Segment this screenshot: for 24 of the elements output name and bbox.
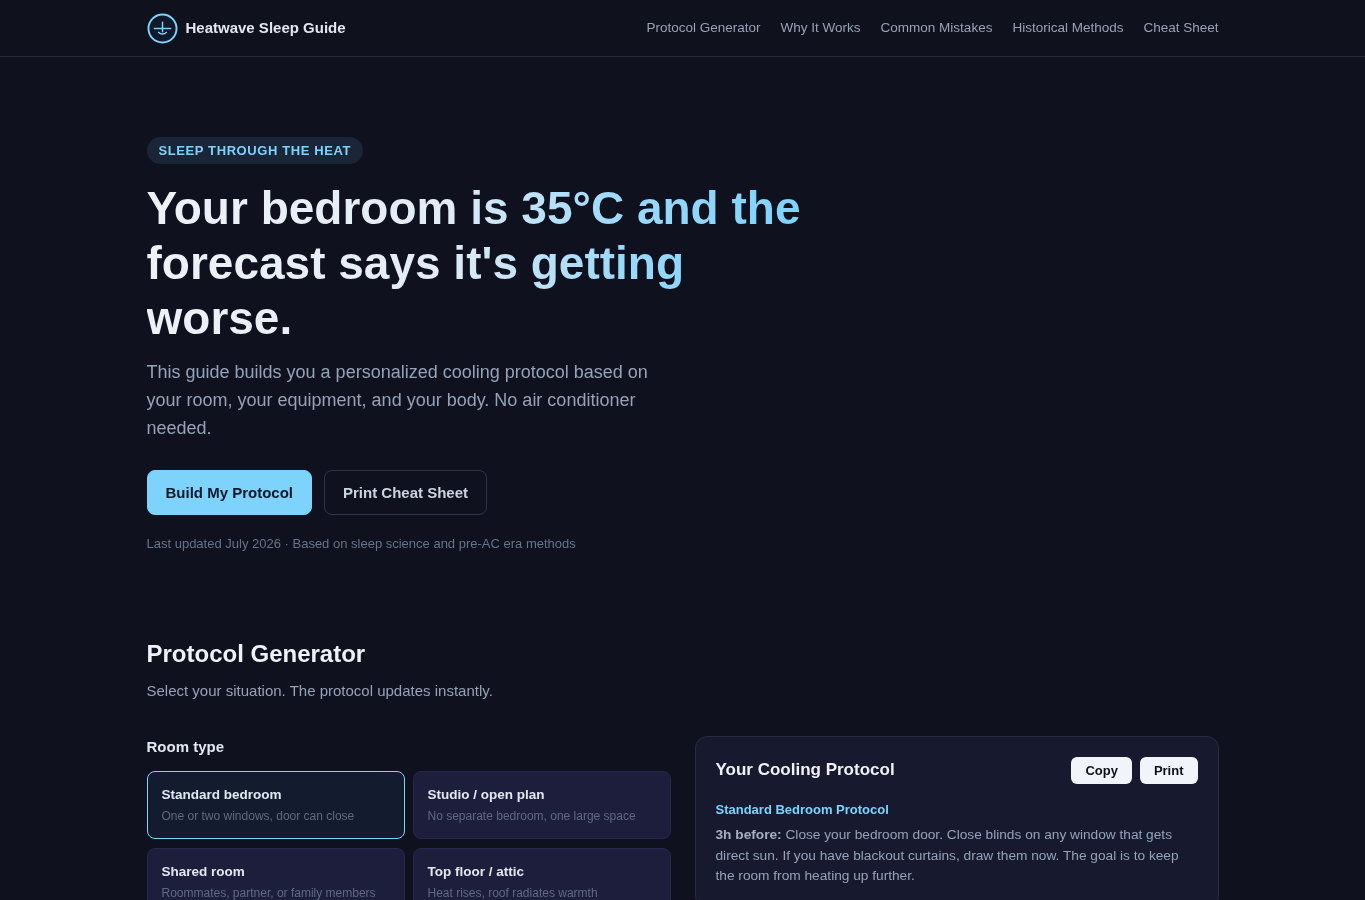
room-option[interactable]: Shared room Roommates, partner, or family members [146,848,405,900]
room-option[interactable]: Top floor / attic Heat rises, roof radiates warmth [412,848,671,900]
build-protocol-button[interactable]: Build My Protocol [146,470,312,515]
room-type-label: Room type [146,737,225,757]
hero-intro: This guide builds you a personalized cooling protocol based on your room, your equipment, and your body. No air conditioner needed. [146,361,649,440]
room-option[interactable]: Standard bedroom One or two windows, door can close [146,771,405,839]
site-title[interactable]: Heatwave Sleep Guide [185,16,346,40]
last-updated-note: Last updated July 2026 · Based on sleep science and pre-AC era methods [146,535,577,553]
nav-link[interactable]: Common Mistakes [880,17,993,39]
panel-action-button[interactable]: Print [1139,757,1198,784]
panel-title: Your Cooling Protocol [715,760,895,781]
nav-link[interactable]: Historical Methods [1012,17,1124,39]
protocol-step-text: 3h before: Close your bedroom door. Close blinds on any window that gets direct sun. If you have blackout curtains, draw them now. The goal is to keep the room from heating up further. [715,826,1180,885]
room-option[interactable]: Studio / open plan No separate bedroom, one large space [412,771,671,839]
logo-icon [146,12,178,44]
nav-link[interactable]: Cheat Sheet [1143,17,1219,39]
section-subtitle: Select your situation. The protocol updates instantly. [146,681,494,701]
nav-link[interactable]: Protocol Generator [646,17,761,39]
section-heading: Protocol Generator [146,639,367,669]
panel-action-button[interactable]: Copy [1071,757,1132,784]
print-button[interactable]: Print Cheat Sheet [324,470,488,515]
eyebrow-label: SLEEP THROUGH THE HEAT [146,137,364,164]
protocol-name: Standard Bedroom Protocol [715,801,890,819]
nav-link[interactable]: Why It Works [780,17,861,39]
